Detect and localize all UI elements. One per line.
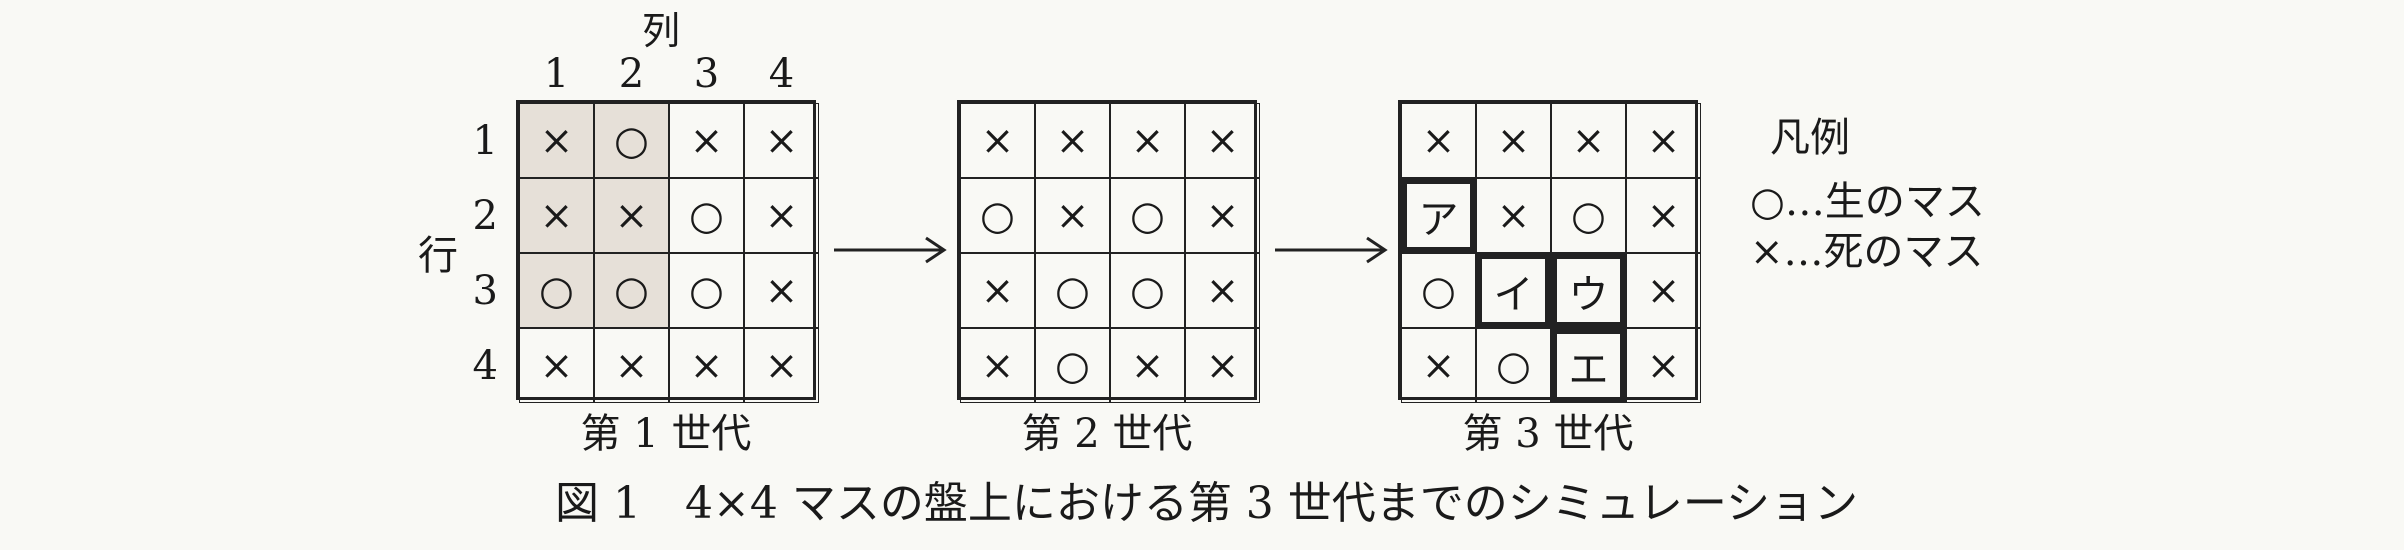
- grid-cell: ×: [594, 328, 669, 403]
- grid-cell: ×: [960, 103, 1035, 178]
- generation-1-grid: × ○ × × × × ○ × ○ ○ ○ × × × × ×: [516, 100, 819, 403]
- grid-cell: ○: [669, 253, 744, 328]
- grid-cell: ×: [960, 253, 1035, 328]
- grid-cell: ×: [1035, 103, 1110, 178]
- grid-cell: ア: [1401, 178, 1476, 253]
- grid-cell: ×: [1626, 328, 1701, 403]
- row-label: 行: [418, 233, 458, 279]
- grid-cell: ×: [519, 103, 594, 178]
- grid-cell: ×: [1035, 178, 1110, 253]
- generation-2-grid: × × × × ○ × ○ × × ○ ○ × × ○ × ×: [957, 100, 1260, 403]
- row-number: 4: [472, 343, 498, 389]
- row-number: 1: [472, 118, 498, 164]
- grid-cell: ○: [1035, 328, 1110, 403]
- grid-cell: ×: [1626, 253, 1701, 328]
- col-number: 4: [768, 51, 795, 97]
- grid-cell: ×: [744, 178, 819, 253]
- col-number: 2: [618, 51, 645, 97]
- grid-cell: ○: [1035, 253, 1110, 328]
- grid-cell: ○: [1110, 178, 1185, 253]
- grid-cell: ×: [744, 328, 819, 403]
- grid-cell: ○: [1401, 253, 1476, 328]
- grid-cell: ○: [1476, 328, 1551, 403]
- generation-2-caption: 第 2 世代: [1021, 411, 1193, 457]
- grid-cell: ×: [1185, 103, 1260, 178]
- grid-cell: ×: [519, 178, 594, 253]
- grid-cell: ○: [594, 103, 669, 178]
- grid-cell: ×: [1401, 103, 1476, 178]
- grid-cell: ○: [1110, 253, 1185, 328]
- arrow-icon: [1275, 236, 1388, 264]
- grid-cell: ×: [1626, 178, 1701, 253]
- grid-cell: ×: [960, 328, 1035, 403]
- grid-cell: ×: [1185, 253, 1260, 328]
- grid-cell: ○: [669, 178, 744, 253]
- col-number: 3: [693, 51, 720, 97]
- grid-cell: ×: [1110, 103, 1185, 178]
- grid-cell: ○: [519, 253, 594, 328]
- grid-cell: ×: [1626, 103, 1701, 178]
- arrow-icon: [834, 236, 947, 264]
- grid-cell: エ: [1551, 328, 1626, 403]
- row-number: 3: [472, 268, 498, 314]
- grid-cell: ウ: [1551, 253, 1626, 328]
- grid-cell: イ: [1476, 253, 1551, 328]
- grid-cell: ×: [744, 253, 819, 328]
- grid-cell: ×: [669, 328, 744, 403]
- grid-cell: ×: [1401, 328, 1476, 403]
- grid-cell: ×: [1551, 103, 1626, 178]
- legend-title: 凡例: [1770, 115, 1850, 161]
- grid-cell: ×: [1185, 178, 1260, 253]
- grid-cell: ×: [1185, 328, 1260, 403]
- row-number: 2: [472, 193, 498, 239]
- legend-alive: ○…生のマス: [1750, 179, 1985, 225]
- grid-cell: ×: [1110, 328, 1185, 403]
- legend-dead: ×…死のマス: [1750, 229, 1984, 275]
- col-number: 1: [543, 51, 570, 97]
- col-label: 列: [642, 9, 681, 53]
- grid-cell: ×: [594, 178, 669, 253]
- grid-cell: ○: [960, 178, 1035, 253]
- generation-1-caption: 第 1 世代: [580, 411, 752, 457]
- grid-cell: ○: [1551, 178, 1626, 253]
- grid-cell: ×: [744, 103, 819, 178]
- grid-cell: ×: [1476, 103, 1551, 178]
- grid-cell: ○: [594, 253, 669, 328]
- generation-3-caption: 第 3 世代: [1462, 411, 1634, 457]
- grid-cell: ×: [1476, 178, 1551, 253]
- figure-caption: 図 1 4×4 マスの盤上における第 3 世代までのシミュレーション: [555, 478, 1859, 529]
- grid-cell: ×: [519, 328, 594, 403]
- generation-3-grid: × × × × ア × ○ × ○ イウ × × ○ エ ×: [1398, 100, 1701, 403]
- grid-cell: ×: [669, 103, 744, 178]
